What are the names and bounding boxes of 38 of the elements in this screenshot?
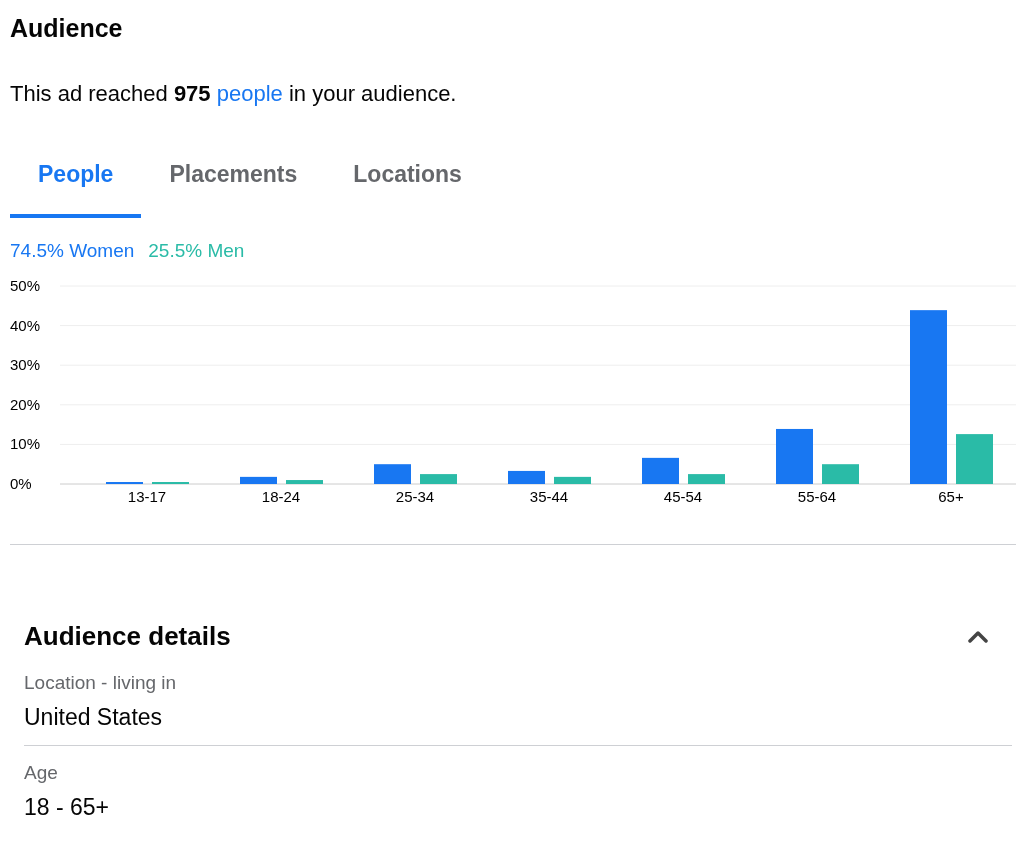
x-tick-label: 65+	[938, 488, 964, 505]
x-tick-label: 25-34	[395, 488, 435, 505]
bar	[642, 457, 679, 484]
bar	[822, 464, 859, 484]
y-tick-label: 10%	[10, 435, 41, 453]
chevron-icon	[968, 630, 988, 643]
details-title: Audience details	[24, 621, 231, 652]
legend-label: 25.5% Men	[148, 240, 245, 262]
y-tick-label: 20%	[10, 395, 41, 413]
bar	[240, 476, 277, 484]
tab[interactable]: Locations	[325, 149, 490, 218]
x-tick-label: 35-44	[529, 488, 569, 505]
bar	[776, 428, 813, 484]
reach-summary: This ad reached 975 people in your audience.	[10, 81, 457, 107]
field-value: 18 - 65+	[24, 794, 111, 821]
bar	[688, 474, 725, 484]
x-tick-label: 13-17	[127, 488, 167, 505]
y-tick-label: 40%	[10, 316, 41, 334]
bar	[420, 474, 457, 484]
x-tick-label: 18-24	[261, 488, 301, 505]
tab[interactable]: People	[10, 149, 142, 218]
bar	[374, 464, 411, 484]
field-label: Age	[24, 762, 59, 784]
legend-label: 74.5% Women	[10, 240, 135, 262]
tab[interactable]: Placements	[141, 149, 326, 218]
y-tick-label: 30%	[10, 356, 41, 374]
bar	[554, 476, 591, 484]
bar	[286, 480, 323, 484]
bar	[508, 470, 545, 484]
x-tick-label: 55-64	[797, 488, 837, 505]
field-label: Location - living in	[24, 672, 178, 694]
y-tick-label: 0%	[10, 475, 32, 492]
people-link[interactable]: people	[216, 81, 283, 106]
y-tick-label: 50%	[10, 277, 41, 294]
bar	[956, 434, 993, 484]
section-title: Audience	[10, 14, 124, 44]
x-tick-label: 45-54	[663, 488, 703, 505]
field-value: United States	[24, 704, 164, 731]
